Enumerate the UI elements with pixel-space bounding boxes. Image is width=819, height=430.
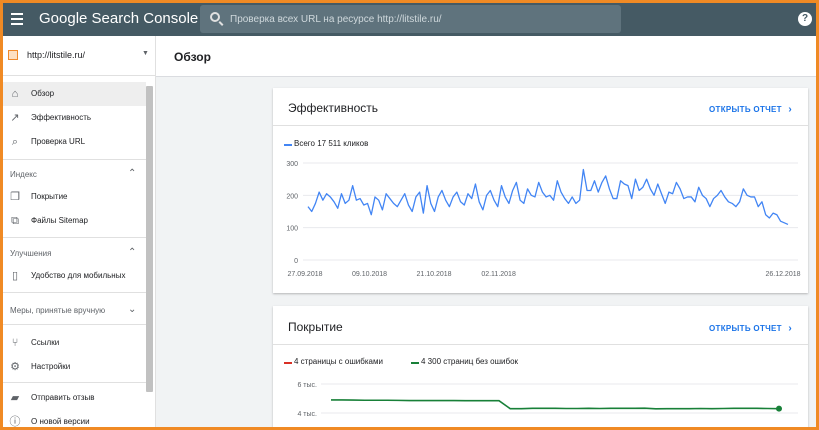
sidebar-item-label: Настройки xyxy=(31,362,71,371)
divider xyxy=(273,125,808,126)
performance-card: Эффективность ОТКРЫТЬ ОТЧЕТ › Всего 17 5… xyxy=(273,88,808,293)
legend-swatch-errors xyxy=(284,362,292,364)
property-icon xyxy=(8,50,18,60)
legend-errors[interactable]: 4 страницы с ошибками xyxy=(294,357,383,366)
sidebar-item-about[interactable]: ⓘ О новой версии xyxy=(3,410,146,427)
top-bar: Google Search Console ? xyxy=(3,3,816,36)
sidebar-item-label: Покрытие xyxy=(31,192,68,201)
sidebar-item-url-inspection[interactable]: ⌕ Проверка URL xyxy=(3,130,146,154)
copy-icon: ❐ xyxy=(10,191,20,203)
card-title: Эффективность xyxy=(288,101,379,115)
caret-down-icon: ▼ xyxy=(142,50,149,57)
search-bar[interactable] xyxy=(200,5,621,33)
y-tick-label: 300 xyxy=(286,161,298,168)
sidebar-item-mobile[interactable]: ▯ Удобство для мобильных xyxy=(3,264,146,288)
trending-up-icon: ↗ xyxy=(10,112,20,124)
sidebar-item-label: Проверка URL xyxy=(31,137,86,146)
links-icon: ⑂ xyxy=(11,337,19,349)
sidebar-item-links[interactable]: ⑂ Ссылки xyxy=(3,331,146,355)
sidebar-item-performance[interactable]: ↗ Эффективность xyxy=(3,106,146,130)
y-tick-label: 200 xyxy=(286,193,298,200)
section-enhancements[interactable]: Улучшения ⌃ xyxy=(3,242,146,264)
sidebar-item-label: Удобство для мобильных xyxy=(31,271,126,280)
divider xyxy=(273,344,808,345)
search-icon xyxy=(210,12,220,22)
performance-chart: 300 200 100 0 27.09.2018 09.10.2018 21.10.2018… xyxy=(286,161,800,278)
divider xyxy=(3,159,146,160)
x-tick-label: 09.10.2018 xyxy=(352,271,387,278)
sidebar-item-label: Эффективность xyxy=(31,113,92,122)
y-tick-label: 4 тыс. xyxy=(297,411,317,418)
sidebar-item-label: Обзор xyxy=(31,89,55,98)
open-report-link[interactable]: ОТКРЫТЬ ОТЧЕТ › xyxy=(709,104,792,115)
search-icon: ⌕ xyxy=(11,136,19,148)
sidebar: http://litstile.ru/ ▼ ⌂ Обзор ↗ Эффектив… xyxy=(3,36,156,427)
section-label: Улучшения xyxy=(10,249,52,258)
x-tick-label: 26.12.2018 xyxy=(765,271,800,278)
x-tick-label: 21.10.2018 xyxy=(417,271,452,278)
feedback-icon: ▰ xyxy=(10,392,20,404)
chevron-up-icon: ⌃ xyxy=(128,168,137,179)
sidebar-item-coverage[interactable]: ❐ Покрытие xyxy=(3,185,146,209)
chevron-right-icon: › xyxy=(788,323,793,334)
app-logo[interactable]: Google Search Console xyxy=(39,10,198,27)
app-frame: Google Search Console ? http://litstile.… xyxy=(3,3,816,427)
chevron-down-icon: ⌄ xyxy=(128,304,137,315)
divider xyxy=(3,382,146,383)
sidebar-item-settings[interactable]: ⚙ Настройки xyxy=(3,355,146,379)
info-icon: ⓘ xyxy=(9,416,21,427)
smartphone-icon: ▯ xyxy=(11,270,19,282)
open-report-link[interactable]: ОТКРЫТЬ ОТЧЕТ › xyxy=(709,323,792,334)
property-label: http://litstile.ru/ xyxy=(27,50,86,60)
home-icon: ⌂ xyxy=(11,88,19,100)
sidebar-item-label: Отправить отзыв xyxy=(31,393,95,402)
series-endpoint-valid xyxy=(776,405,782,412)
sidebar-item-sitemaps[interactable]: ⧉ Файлы Sitemap xyxy=(3,209,146,233)
section-label: Индекс xyxy=(10,170,37,179)
sidebar-item-label: Ссылки xyxy=(31,338,60,347)
series-line-valid xyxy=(331,399,780,410)
open-report-label: ОТКРЫТЬ ОТЧЕТ xyxy=(709,105,782,114)
coverage-card: Покрытие ОТКРЫТЬ ОТЧЕТ › 4 страницы с ош… xyxy=(273,306,808,427)
section-label: Меры, принятые вручную xyxy=(10,306,106,315)
y-tick-label: 6 тыс. xyxy=(297,382,317,389)
sitemap-icon: ⧉ xyxy=(11,215,19,227)
divider xyxy=(3,292,146,293)
sidebar-item-overview[interactable]: ⌂ Обзор xyxy=(3,82,146,106)
menu-icon[interactable] xyxy=(9,11,25,27)
chevron-up-icon: ⌃ xyxy=(128,247,137,258)
sidebar-item-label: Файлы Sitemap xyxy=(31,216,88,225)
x-tick-label: 27.09.2018 xyxy=(287,271,322,278)
help-icon[interactable]: ? xyxy=(798,12,812,26)
divider xyxy=(3,324,146,325)
section-index[interactable]: Индекс ⌃ xyxy=(3,163,146,185)
sidebar-item-feedback[interactable]: ▰ Отправить отзыв xyxy=(3,386,146,410)
search-input[interactable] xyxy=(230,11,610,27)
y-tick-label: 100 xyxy=(286,226,298,233)
gear-icon: ⚙ xyxy=(10,361,20,373)
divider xyxy=(3,237,146,238)
chevron-right-icon: › xyxy=(788,104,793,115)
sidebar-item-label: О новой версии xyxy=(31,417,90,426)
y-tick-label: 0 xyxy=(294,258,298,265)
page-title: Обзор xyxy=(174,50,211,64)
legend-swatch-valid xyxy=(411,362,419,364)
page-header: Обзор xyxy=(156,36,816,77)
card-title: Покрытие xyxy=(288,320,343,334)
legend-valid[interactable]: 4 300 страниц без ошибок xyxy=(421,357,518,366)
open-report-label: ОТКРЫТЬ ОТЧЕТ xyxy=(709,324,782,333)
section-manual-actions[interactable]: Меры, принятые вручную ⌄ xyxy=(3,299,146,321)
coverage-chart: 6 тыс. 4 тыс. xyxy=(297,382,798,418)
series-line-clicks xyxy=(307,168,789,226)
sidebar-scrollbar[interactable] xyxy=(146,86,153,392)
property-selector[interactable]: http://litstile.ru/ ▼ xyxy=(3,36,156,76)
x-tick-label: 02.11.2018 xyxy=(481,271,516,278)
